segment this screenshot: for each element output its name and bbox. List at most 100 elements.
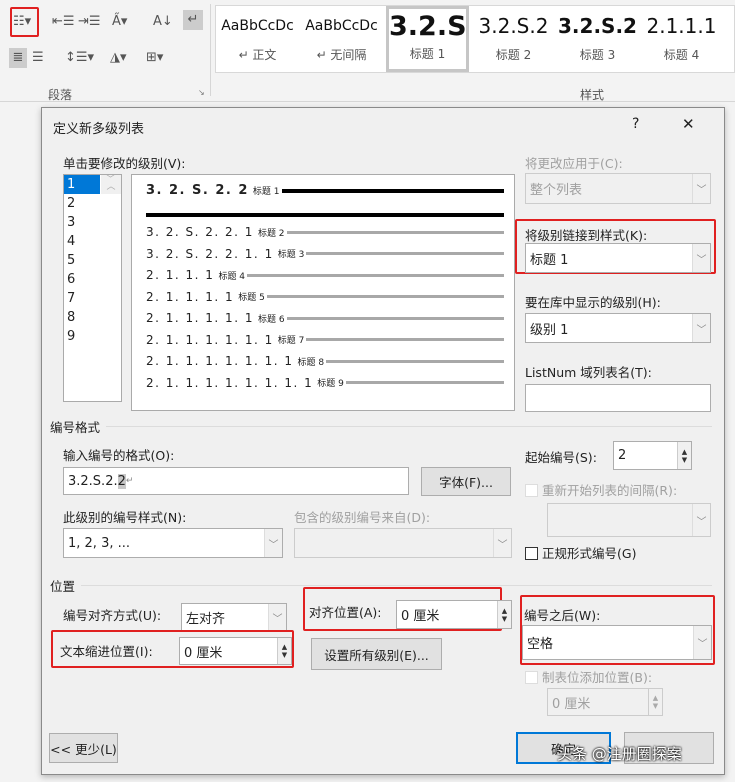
start-at-label: 起始编号(S): xyxy=(525,450,597,465)
level-item[interactable]: 5 xyxy=(64,251,100,270)
include-level-select: ﹀ xyxy=(294,528,512,558)
style-no-spacing[interactable]: AaBbCcDc ↵ 无间隔 xyxy=(300,6,383,72)
text-indent-spinner[interactable]: 0 厘米 ▲ ▼ xyxy=(179,637,292,665)
tab-stop-checkbox: 制表位添加位置(B): xyxy=(525,667,652,686)
chevron-down-icon: ﹀ xyxy=(268,604,286,630)
chevron-down-icon: ﹀ xyxy=(692,244,710,272)
checkbox-icon xyxy=(525,671,538,684)
preview-row: 2. 1. 1. 1. 1. 1. 1. 1 标题 8 xyxy=(146,354,504,368)
preview-style: 标题 5 xyxy=(238,293,265,303)
style-name: 标题 3 xyxy=(579,48,616,62)
dialog-title: 定义新多级列表 xyxy=(53,122,145,137)
scrollbar[interactable]: ︿ ﹀ xyxy=(101,175,121,194)
set-all-levels-button[interactable]: 设置所有级别(E)... xyxy=(311,638,442,670)
preview-number: 2. 1. 1. 1. 1. 1 xyxy=(146,311,254,325)
level-item[interactable]: 2 xyxy=(64,194,100,213)
style-heading-2[interactable]: 3.2.S.2 标题 2 xyxy=(472,6,555,72)
style-heading-3[interactable]: 3.2.S.2 标题 3 xyxy=(556,6,639,72)
style-preview: 2.1.1.1 xyxy=(646,14,717,38)
borders-icon[interactable]: ⊞▾ xyxy=(146,48,163,68)
font-button[interactable]: 字体(F)... xyxy=(421,467,511,496)
follow-number-select[interactable]: 空格 ﹀ xyxy=(522,625,712,660)
preview-style: 标题 4 xyxy=(218,271,246,282)
spinner-arrows-icon[interactable]: ▲ ▼ xyxy=(677,442,691,469)
justify-icon[interactable]: ≣ xyxy=(9,48,27,68)
preview-number: 3. 2. S. 2. 2 xyxy=(146,183,249,198)
preview-line xyxy=(146,213,504,217)
level-item[interactable]: 7 xyxy=(64,289,100,308)
restart-select: ﹀ xyxy=(547,503,711,537)
preview-row: 2. 1. 1. 1. 1. 1. 1. 1. 1 标题 9 xyxy=(146,376,504,390)
start-at-spinner[interactable]: 2 ▲ ▼ xyxy=(613,441,692,470)
level-item[interactable]: 3 xyxy=(64,213,100,232)
increase-indent-icon[interactable]: ⇥☰ xyxy=(78,12,101,32)
format-highlight: 2 xyxy=(117,473,126,489)
level-list[interactable]: ︿ ﹀ 123456789 xyxy=(63,174,122,402)
level-item[interactable]: 9 xyxy=(64,327,100,346)
tab-stop-value: 0 厘米 xyxy=(552,696,591,712)
level-item[interactable]: 4 xyxy=(64,232,100,251)
preview-number: 3. 2. S. 2. 2. 1 xyxy=(146,225,254,239)
preview-row: 3. 2. S. 2. 2. 1 标题 2 xyxy=(146,225,504,239)
preview-row: 2. 1. 1. 1. 1 标题 5 xyxy=(146,290,504,304)
preview-number: 3. 2. S. 2. 2. 1. 1 xyxy=(146,246,274,261)
multilevel-list-icon[interactable]: ☷▾ xyxy=(13,12,31,32)
apply-to-label: 将更改应用于(C): xyxy=(525,156,623,171)
list-preview: 3. 2. S. 2. 2 标题 1 3. 2. S. 2. 2. 1 标题 2 3. … xyxy=(131,174,515,411)
style-name: 标题 1 xyxy=(409,47,446,61)
style-preview: 3.2.S.2 xyxy=(558,14,637,38)
paragraph-mark: ↵ xyxy=(125,476,134,486)
link-style-select[interactable]: 标题 1 ﹀ xyxy=(525,243,711,273)
style-heading-4[interactable]: 2.1.1.1 标题 4 xyxy=(640,6,723,72)
number-alignment-select[interactable]: 左对齐 ﹀ xyxy=(181,603,287,631)
style-name: ↵ 正文 xyxy=(238,48,277,62)
level-item[interactable]: 8 xyxy=(64,308,100,327)
spinner-arrows-icon[interactable]: ▲ ▼ xyxy=(497,601,511,628)
preview-number: 2. 1. 1. 1. 1 xyxy=(146,289,235,304)
preview-line xyxy=(345,381,504,384)
preview-row: 2. 1. 1. 1. 1. 1 标题 6 xyxy=(146,311,504,325)
format-input[interactable]: 3.2.S.2. 2 ↵ xyxy=(63,467,409,495)
show-marks-icon[interactable]: ↵ xyxy=(183,10,203,30)
preview-number: 2. 1. 1. 1. 1. 1. 1. 1 xyxy=(146,354,294,368)
preview-number: 2. 1. 1. 1. 1. 1. 1 xyxy=(146,332,274,347)
dialog-launcher-icon[interactable]: ↘ xyxy=(198,88,205,97)
number-style-value: 1, 2, 3, ... xyxy=(68,535,131,551)
gallery-level-label: 要在库中显示的级别(H): xyxy=(525,295,661,310)
preview-line xyxy=(306,338,504,341)
preview-style: 标题 2 xyxy=(257,228,285,239)
format-label: 输入编号的格式(O): xyxy=(63,448,175,463)
legal-style-checkbox[interactable]: 正规形式编号(G) xyxy=(525,543,636,562)
text-indent-value: 0 厘米 xyxy=(184,645,223,661)
level-item[interactable]: 1 xyxy=(64,175,100,194)
close-button[interactable]: ✕ xyxy=(682,115,695,133)
help-button[interactable]: ? xyxy=(632,116,639,132)
char-spacing-icon[interactable]: A̋▾ xyxy=(112,12,127,32)
shading-icon[interactable]: ◮▾ xyxy=(110,48,127,68)
restart-checkbox: 重新开始列表的间隔(R): xyxy=(525,480,677,499)
listnum-label: ListNum 域列表名(T): xyxy=(525,365,652,380)
preview-line xyxy=(281,188,504,193)
define-multilevel-list-dialog: 定义新多级列表 ? ✕ 单击要修改的级别(V): ︿ ﹀ 123456789 3.… xyxy=(41,107,725,775)
preview-line xyxy=(286,230,504,234)
style-name: ↵ 无间隔 xyxy=(316,48,367,62)
decrease-indent-icon[interactable]: ⇤☰ xyxy=(52,12,75,32)
line-spacing-icon[interactable]: ↕☰▾ xyxy=(65,48,94,68)
level-label: 单击要修改的级别(V): xyxy=(63,156,186,171)
style-normal[interactable]: AaBbCcDc ↵ 正文 xyxy=(216,6,299,72)
number-style-select[interactable]: 1, 2, 3, ... ﹀ xyxy=(63,528,283,558)
aligned-at-spinner[interactable]: 0 厘米 ▲ ▼ xyxy=(396,600,512,629)
sort-icon[interactable]: A↓ xyxy=(153,12,173,32)
level-item[interactable]: 6 xyxy=(64,270,100,289)
link-style-value: 标题 1 xyxy=(530,252,569,268)
gallery-level-select[interactable]: 级别 1 ﹀ xyxy=(525,313,711,343)
listnum-input[interactable] xyxy=(525,384,711,412)
chevron-down-icon: ﹀ xyxy=(264,529,282,557)
distribute-icon[interactable]: ☰ xyxy=(32,48,44,68)
spinner-arrows-icon[interactable]: ▲ ▼ xyxy=(277,638,291,664)
less-button[interactable]: << 更少(L) xyxy=(49,733,118,763)
section-heading: 位置 xyxy=(50,579,76,594)
number-format-section: 编号格式 xyxy=(50,417,712,436)
text-indent-label: 文本缩进位置(I): xyxy=(60,644,153,659)
style-heading-1[interactable]: 3.2.S 标题 1 xyxy=(386,6,469,72)
